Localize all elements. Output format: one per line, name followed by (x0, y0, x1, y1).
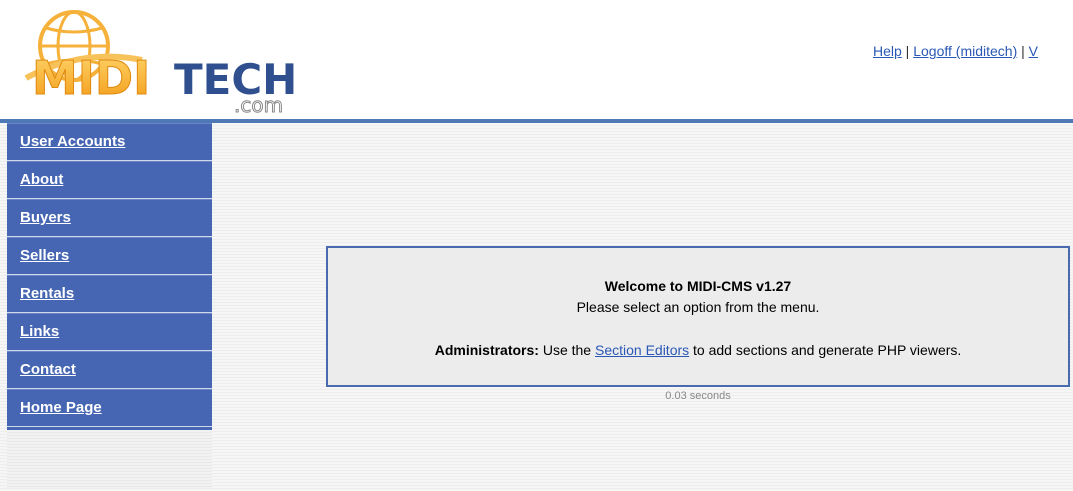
admin-label: Administrators: (434, 342, 539, 358)
welcome-subtitle: Please select an option from the menu. (576, 299, 820, 315)
section-editors-link[interactable]: Section Editors (595, 342, 689, 358)
admin-instructions: Administrators: Use the Section Editors … (328, 342, 1068, 358)
logo-text-com: .com (234, 93, 283, 114)
welcome-title: Welcome to MIDI-CMS v1.27 (604, 278, 792, 294)
truncated-link[interactable]: V (1029, 43, 1038, 59)
top-links-separator: | (901, 43, 914, 59)
admin-text-post: to add sections and generate PHP viewers… (689, 342, 962, 358)
logoff-link[interactable]: Logoff (miditech) (913, 43, 1017, 59)
page-header: MIDI TECH .com Help | Logoff (miditech) … (0, 0, 1073, 120)
sidebar-item-contact[interactable]: Contact (7, 351, 212, 389)
sidebar-item-rentals[interactable]: Rentals (7, 275, 212, 313)
sidebar-menu: User Accounts About Buyers Sellers Renta… (7, 123, 212, 488)
miditech-logo[interactable]: MIDI TECH .com (22, 8, 322, 114)
sidebar-item-home-page[interactable]: Home Page (7, 389, 212, 427)
admin-text-pre: Use the (538, 342, 595, 358)
sidebar-footer-space (7, 430, 212, 488)
top-links-separator: | (1017, 43, 1029, 59)
sidebar-item-about[interactable]: About (7, 161, 212, 199)
help-link[interactable]: Help (873, 43, 902, 59)
sidebar-item-sellers[interactable]: Sellers (7, 237, 212, 275)
logo-text-midi: MIDI (32, 51, 150, 105)
sidebar-item-links[interactable]: Links (7, 313, 212, 351)
welcome-panel: Welcome to MIDI-CMS v1.27 Please select … (326, 246, 1070, 387)
sidebar-item-user-accounts[interactable]: User Accounts (7, 123, 212, 161)
sidebar-item-buyers[interactable]: Buyers (7, 199, 212, 237)
page-timing: 0.03 seconds (665, 390, 731, 402)
top-links: Help | Logoff (miditech) | V (873, 43, 1073, 59)
